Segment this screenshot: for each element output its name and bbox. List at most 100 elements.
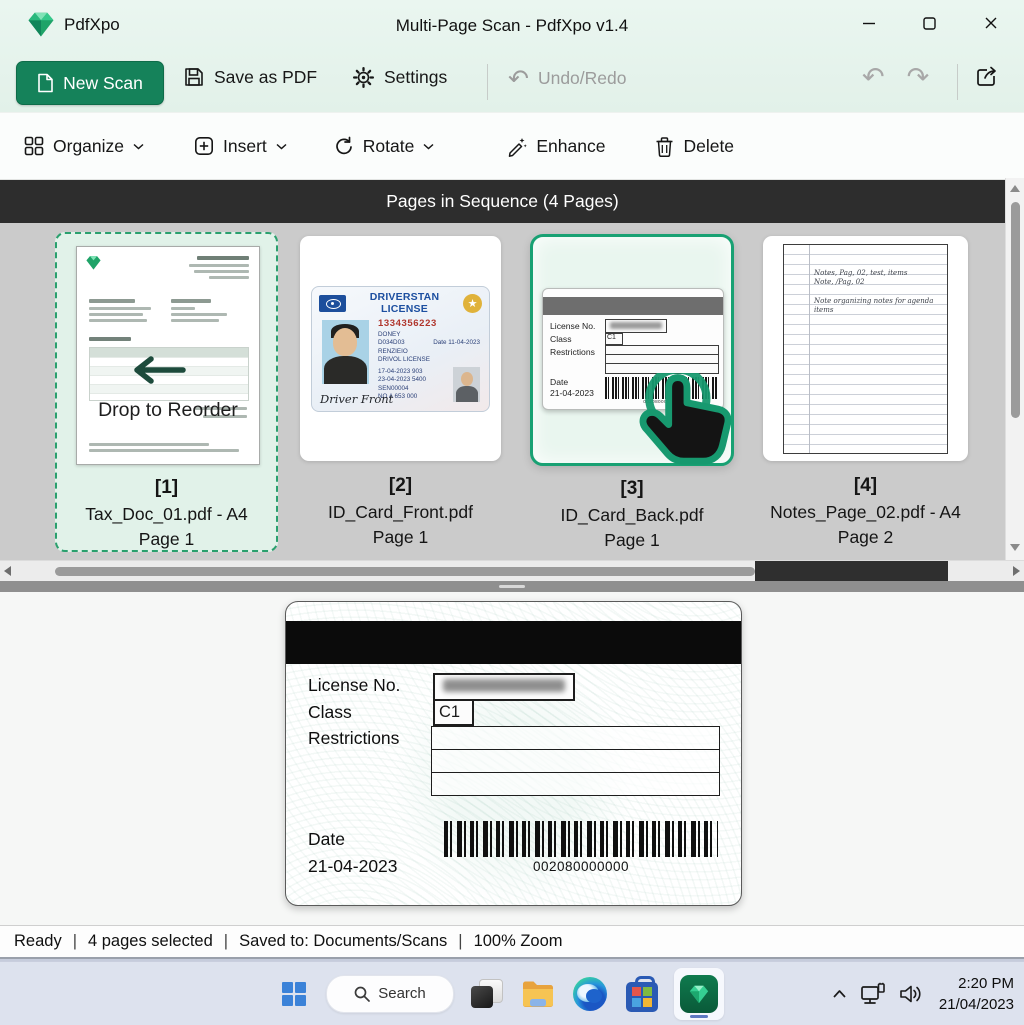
scroll-left-icon[interactable]	[3, 565, 12, 577]
system-tray: 2:20 PM 21/04/2023	[832, 962, 1014, 1025]
id-card-back-preview: License No. Class C1 Restrictions Date 2…	[285, 601, 742, 906]
magic-pen-icon	[506, 136, 527, 157]
thumbnail-notes-page[interactable]: Notes, Pag, 02, test, items Note, /Pag, …	[763, 236, 968, 548]
license-title: DRIVERSTAN LICENSE	[346, 291, 463, 315]
splitter-grip-icon	[499, 585, 525, 588]
status-zoom: 100% Zoom	[474, 932, 563, 951]
rotate-menu-button[interactable]: Rotate	[333, 136, 435, 157]
license-detail-rows: DONEY D034D03 RENZIEIO DRIVOL LICENSE	[378, 331, 430, 365]
scroll-up-icon[interactable]	[1009, 184, 1021, 193]
status-bar: Ready | 4 pages selected | Saved to: Doc…	[0, 925, 1024, 959]
enhance-button[interactable]: Enhance	[506, 136, 605, 157]
gem-logo-icon	[85, 254, 102, 271]
insert-menu-button[interactable]: Insert	[194, 136, 287, 157]
status-ready: Ready	[14, 932, 62, 951]
page-number: Page 1	[530, 530, 734, 551]
file-explorer-button[interactable]	[518, 974, 558, 1014]
thumbnail-caption: [4] Notes_Page_02.pdf - A4 Page 2	[763, 475, 968, 548]
thumbnail-tax-doc[interactable]: Drop to Reorder [1] Tax_Doc_01.pdf - A4 …	[55, 232, 278, 552]
magnetic-stripe	[286, 621, 741, 664]
page-filename: Tax_Doc_01.pdf - A4	[57, 504, 276, 525]
date-label: Date	[308, 829, 345, 850]
close-icon	[984, 16, 998, 30]
close-button[interactable]	[971, 8, 1011, 38]
undo-icon: ↶	[508, 66, 529, 91]
thumbnail-strip: Drop to Reorder [1] Tax_Doc_01.pdf - A4 …	[0, 223, 1005, 560]
license-photo	[322, 320, 369, 384]
tap-hand-cursor-icon	[629, 373, 745, 499]
new-scan-button[interactable]: New Scan	[16, 61, 164, 105]
page-index: [1]	[57, 477, 276, 499]
minimize-button[interactable]	[849, 8, 889, 38]
chevron-down-icon	[276, 143, 287, 150]
save-as-pdf-button[interactable]: Save as PDF	[183, 66, 317, 88]
windows-logo-icon	[281, 981, 307, 1007]
thumbnail-card: DRIVERSTAN LICENSE ★ 1334356223 DONEY D0…	[300, 236, 501, 461]
horizontal-scroll-range[interactable]	[755, 561, 948, 582]
notes-handwriting: Notes, Pag, 02, test, items Note, /Pag, …	[814, 269, 947, 316]
share-button[interactable]	[974, 64, 1000, 90]
rotate-label: Rotate	[363, 136, 415, 157]
barcode	[444, 821, 718, 857]
search-icon	[354, 986, 370, 1002]
volume-icon[interactable]	[899, 984, 923, 1004]
grid-icon	[24, 136, 44, 156]
clock-time: 2:20 PM	[939, 973, 1014, 994]
delete-button[interactable]: Delete	[655, 136, 734, 157]
page-preview-panel: License No. Class C1 Restrictions Date 2…	[0, 592, 1024, 925]
undo-redo-button[interactable]: ↶ Undo/Redo	[508, 66, 627, 91]
chevron-down-icon	[423, 143, 434, 150]
start-button[interactable]	[274, 974, 314, 1014]
taskbar-clock[interactable]: 2:20 PM 21/04/2023	[939, 973, 1014, 1015]
page-index: [4]	[763, 475, 968, 497]
undo-icon[interactable]: ↶	[862, 64, 885, 91]
horizontal-scrollbar[interactable]	[0, 560, 1024, 582]
thumbnail-id-card-back[interactable]: License No. Class C1 Restrictions Date 2…	[530, 234, 734, 551]
page-filename: Notes_Page_02.pdf - A4	[763, 502, 968, 523]
pages-sequence-title: Pages in Sequence (4 Pages)	[386, 191, 619, 212]
pages-sequence-header: Pages in Sequence (4 Pages)	[0, 180, 1005, 223]
license-issue-date: Date 11-04-2023	[433, 339, 480, 346]
gear-icon	[352, 66, 375, 89]
taskbar: Search	[0, 961, 1024, 1025]
maximize-button[interactable]	[909, 8, 949, 38]
status-selection: 4 pages selected	[88, 932, 213, 951]
task-view-button[interactable]	[466, 974, 506, 1014]
tray-chevron-up-icon[interactable]	[832, 989, 847, 999]
vertical-scroll-thumb[interactable]	[1011, 202, 1020, 418]
restrictions-field-3	[431, 772, 720, 796]
chevron-down-icon	[133, 143, 144, 150]
maximize-icon	[923, 17, 936, 30]
network-device-icon[interactable]	[860, 982, 886, 1006]
search-label: Search	[378, 985, 426, 1002]
pdfxpo-taskbar-button[interactable]	[674, 968, 724, 1020]
document-icon	[37, 73, 54, 93]
page-index: [2]	[300, 475, 501, 497]
settings-button[interactable]: Settings	[352, 66, 447, 89]
edit-toolbar: Organize Insert Rotate Enhance	[0, 112, 1024, 180]
restrictions-field-2	[431, 749, 720, 773]
license-signature: Driver Front	[320, 392, 393, 406]
save-icon	[183, 66, 205, 88]
pdfxpo-app-icon	[680, 975, 718, 1013]
save-as-pdf-label: Save as PDF	[214, 67, 317, 88]
scroll-right-icon[interactable]	[1012, 565, 1021, 577]
settings-label: Settings	[384, 67, 447, 88]
barcode-number: 002080000000	[444, 859, 718, 874]
edge-browser-button[interactable]	[570, 974, 610, 1014]
microsoft-store-button[interactable]	[622, 974, 662, 1014]
store-icon	[626, 982, 658, 1012]
license-no-label: License No.	[308, 675, 400, 696]
clock-date: 21/04/2023	[939, 994, 1014, 1015]
search-box[interactable]: Search	[326, 975, 454, 1013]
license-number: 1334356223	[378, 318, 437, 329]
toolbar-right-icons: ↶ ↷	[862, 64, 929, 91]
organize-menu-button[interactable]: Organize	[24, 136, 144, 157]
thumbnail-id-card-front[interactable]: DRIVERSTAN LICENSE ★ 1334356223 DONEY D0…	[300, 236, 501, 548]
horizontal-scroll-thumb[interactable]	[55, 567, 755, 576]
vertical-scrollbar[interactable]	[1005, 178, 1024, 560]
redo-icon[interactable]: ↷	[907, 64, 930, 91]
scroll-down-icon[interactable]	[1009, 543, 1021, 552]
taskbar-center-icons: Search	[274, 962, 724, 1025]
panel-splitter[interactable]	[0, 581, 1024, 592]
